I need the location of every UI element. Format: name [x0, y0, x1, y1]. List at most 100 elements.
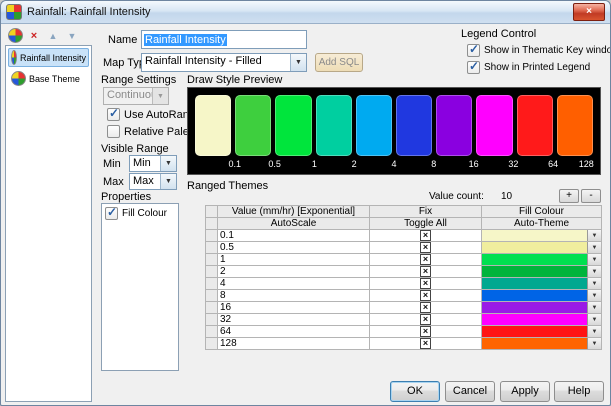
- fix-cell[interactable]: ×: [369, 253, 482, 266]
- row-selector[interactable]: [205, 265, 218, 278]
- fix-checkbox[interactable]: ×: [420, 302, 431, 313]
- chevron-down-icon: ▼: [152, 88, 168, 104]
- row-selector[interactable]: [205, 313, 218, 326]
- move-down-icon[interactable]: ▼: [63, 28, 81, 44]
- increase-count-button[interactable]: +: [559, 189, 579, 203]
- min-dropdown[interactable]: Min ▼: [129, 155, 177, 172]
- fill-colour-cell[interactable]: ▼: [481, 241, 602, 254]
- fix-cell[interactable]: ×: [369, 229, 482, 242]
- row-selector[interactable]: [205, 229, 218, 242]
- colour-dropdown-button[interactable]: ▼: [587, 326, 601, 337]
- decrease-count-button[interactable]: -: [581, 189, 601, 203]
- value-cell[interactable]: 0.1: [217, 229, 370, 242]
- value-cell[interactable]: 128: [217, 337, 370, 350]
- value-cell[interactable]: 1: [217, 253, 370, 266]
- value-cell[interactable]: 2: [217, 265, 370, 278]
- add-sql-button[interactable]: Add SQL: [315, 53, 363, 72]
- checkbox-icon[interactable]: [105, 205, 118, 220]
- fill-colour-cell[interactable]: ▼: [481, 325, 602, 338]
- ramp-tick-label: 2: [351, 159, 357, 169]
- fix-cell[interactable]: ×: [369, 289, 482, 302]
- fill-colour-cell[interactable]: ▼: [481, 337, 602, 350]
- fix-checkbox[interactable]: ×: [420, 338, 431, 349]
- fill-colour-cell[interactable]: ▼: [481, 289, 602, 302]
- new-theme-icon[interactable]: [6, 28, 24, 44]
- value-cell[interactable]: 64: [217, 325, 370, 338]
- fix-cell[interactable]: ×: [369, 325, 482, 338]
- ramp-swatch: [516, 95, 553, 156]
- row-selector[interactable]: [205, 253, 218, 266]
- autoscale-button[interactable]: AutoScale: [217, 217, 370, 230]
- fix-checkbox[interactable]: ×: [420, 314, 431, 325]
- move-up-icon[interactable]: ▲: [44, 28, 62, 44]
- fix-checkbox[interactable]: ×: [420, 278, 431, 289]
- draw-style-preview: 0.1 0.5 1 2 4 8 16 32 64 128: [187, 87, 601, 175]
- fill-colour-cell[interactable]: ▼: [481, 253, 602, 266]
- ramp-tick-label: 0.5: [268, 159, 281, 169]
- fix-cell[interactable]: ×: [369, 337, 482, 350]
- row-selector[interactable]: [205, 289, 218, 302]
- colour-dropdown-button[interactable]: ▼: [587, 242, 601, 253]
- fix-checkbox[interactable]: ×: [420, 254, 431, 265]
- colour-dropdown-button[interactable]: ▼: [587, 290, 601, 301]
- delete-theme-icon[interactable]: ×: [25, 28, 43, 44]
- row-selector[interactable]: [205, 337, 218, 350]
- colour-dropdown-button[interactable]: ▼: [587, 278, 601, 289]
- theme-list-item-rainfall-intensity[interactable]: Rainfall Intensity: [8, 48, 89, 67]
- legend-control-title: Legend Control: [461, 28, 537, 40]
- fill-colour-cell[interactable]: ▼: [481, 229, 602, 242]
- max-dropdown[interactable]: Max ▼: [129, 173, 177, 190]
- checkbox-icon[interactable]: [107, 125, 120, 138]
- auto-theme-button[interactable]: Auto-Theme: [481, 217, 602, 230]
- fix-cell[interactable]: ×: [369, 313, 482, 326]
- name-input[interactable]: Rainfall Intensity: [141, 30, 307, 49]
- value-cell[interactable]: 16: [217, 301, 370, 314]
- fix-cell[interactable]: ×: [369, 241, 482, 254]
- theme-list-item-base-theme[interactable]: Base Theme: [8, 69, 89, 88]
- checkbox-icon[interactable]: [467, 42, 480, 57]
- colour-dropdown-button[interactable]: ▼: [587, 266, 601, 277]
- checkbox-icon[interactable]: [107, 106, 120, 121]
- row-selector[interactable]: [205, 301, 218, 314]
- apply-button[interactable]: Apply: [500, 381, 550, 402]
- colour-dropdown-button[interactable]: ▼: [587, 338, 601, 349]
- fix-checkbox[interactable]: ×: [420, 290, 431, 301]
- row-selector[interactable]: [205, 325, 218, 338]
- value-cell[interactable]: 8: [217, 289, 370, 302]
- colour-dropdown-button[interactable]: ▼: [587, 302, 601, 313]
- value-cell[interactable]: 32: [217, 313, 370, 326]
- row-selector[interactable]: [205, 241, 218, 254]
- fix-checkbox[interactable]: ×: [420, 242, 431, 253]
- fix-cell[interactable]: ×: [369, 301, 482, 314]
- close-button[interactable]: ×: [573, 3, 605, 21]
- checkbox-icon[interactable]: [467, 59, 480, 74]
- colour-dropdown-button[interactable]: ▼: [587, 230, 601, 241]
- value-cell[interactable]: 0.5: [217, 241, 370, 254]
- fix-cell[interactable]: ×: [369, 265, 482, 278]
- fix-checkbox[interactable]: ×: [420, 266, 431, 277]
- show-thematic-key-checkbox-row[interactable]: Show in Thematic Key window: [467, 42, 610, 57]
- help-button[interactable]: Help: [554, 381, 604, 402]
- colour-dropdown-button[interactable]: ▼: [587, 254, 601, 265]
- fill-colour-cell[interactable]: ▼: [481, 265, 602, 278]
- map-type-dropdown[interactable]: Rainfall Intensity - Filled ▼: [141, 53, 307, 72]
- fill-colour-cell[interactable]: ▼: [481, 277, 602, 290]
- ok-button[interactable]: OK: [390, 381, 440, 402]
- fill-colour-checkbox-row[interactable]: Fill Colour: [105, 205, 175, 220]
- cancel-button[interactable]: Cancel: [445, 381, 495, 402]
- fix-cell[interactable]: ×: [369, 277, 482, 290]
- value-cell[interactable]: 4: [217, 277, 370, 290]
- toggle-all-button[interactable]: Toggle All: [369, 217, 482, 230]
- show-printed-legend-checkbox-row[interactable]: Show in Printed Legend: [467, 59, 606, 74]
- titlebar[interactable]: Rainfall: Rainfall Intensity ×: [1, 1, 610, 24]
- fix-checkbox[interactable]: ×: [420, 230, 431, 241]
- fix-checkbox[interactable]: ×: [420, 326, 431, 337]
- fill-colour-cell[interactable]: ▼: [481, 301, 602, 314]
- range-mode-dropdown[interactable]: Continuous ▼: [103, 87, 169, 105]
- ramp-tick-label: 128: [578, 159, 594, 169]
- theme-row: 0.5 × ▼: [205, 241, 602, 254]
- checkbox-label: Fill Colour: [122, 208, 168, 219]
- colour-dropdown-button[interactable]: ▼: [587, 314, 601, 325]
- row-selector[interactable]: [205, 277, 218, 290]
- fill-colour-cell[interactable]: ▼: [481, 313, 602, 326]
